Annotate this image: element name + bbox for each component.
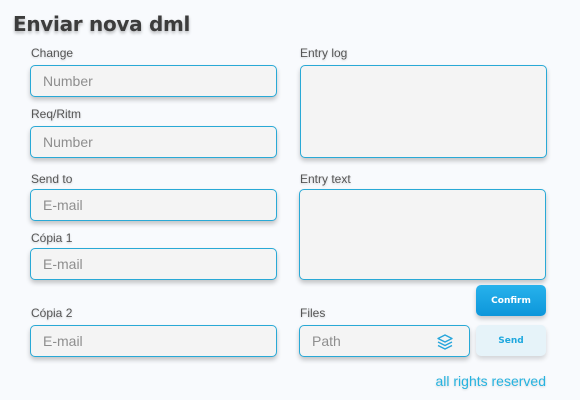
entry-log-textarea[interactable] bbox=[300, 65, 547, 158]
send-to-input[interactable] bbox=[30, 189, 277, 221]
change-label: Change bbox=[31, 46, 74, 60]
confirm-button[interactable]: Confirm bbox=[476, 285, 546, 316]
entry-text-label: Entry text bbox=[300, 172, 351, 186]
send-to-label: Send to bbox=[31, 172, 73, 186]
copia2-input[interactable] bbox=[30, 325, 277, 357]
change-input[interactable] bbox=[30, 65, 277, 97]
copia1-input[interactable] bbox=[30, 248, 277, 280]
req-ritm-input[interactable] bbox=[30, 126, 277, 158]
req-ritm-label: Req/Ritm bbox=[31, 107, 82, 121]
copia2-label: Cópia 2 bbox=[31, 306, 73, 320]
page-title: Enviar nova dml bbox=[13, 12, 191, 36]
layers-icon[interactable] bbox=[436, 333, 454, 351]
entry-log-label: Entry log bbox=[300, 46, 348, 60]
copia1-label: Cópia 1 bbox=[31, 231, 73, 245]
entry-text-textarea[interactable] bbox=[299, 189, 546, 280]
footer-text: all rights reserved bbox=[435, 373, 547, 389]
files-label: Files bbox=[300, 306, 326, 320]
send-button[interactable]: Send bbox=[476, 325, 546, 356]
